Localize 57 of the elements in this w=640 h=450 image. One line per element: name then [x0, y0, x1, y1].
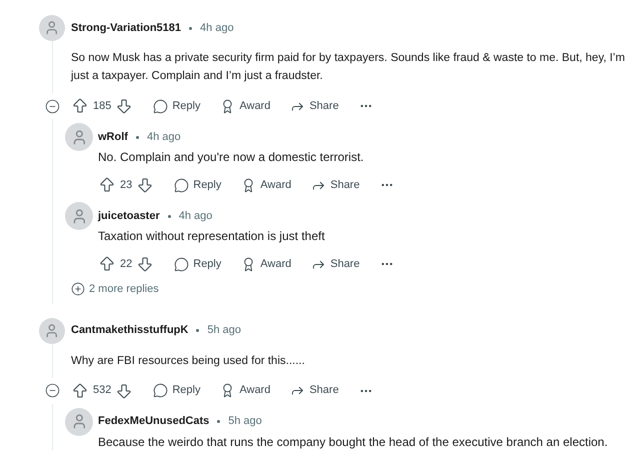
timestamp: 4h ago: [200, 20, 234, 36]
speech-bubble-icon: [153, 383, 168, 398]
avatar: [65, 123, 93, 151]
avatar: [39, 318, 65, 344]
vote-count: 23: [120, 178, 132, 193]
username[interactable]: juicetoaster: [98, 208, 160, 224]
dot-separator-icon: [196, 329, 200, 332]
comment-text: So now Musk has a private security firm paid for by taxpayers. Sounds like fraud & waste to me. But, hey, I’m just a taxpayer. Complain and I’m just a fraudster.: [71, 51, 626, 84]
username[interactable]: wRolf: [98, 128, 128, 146]
vote-count: 185: [93, 98, 112, 114]
dot-separator-icon: [168, 214, 171, 218]
downvote-button[interactable]: [115, 382, 134, 400]
plus-circle-icon: [71, 282, 85, 296]
reply-button[interactable]: Reply: [145, 378, 208, 403]
timestamp: 5h ago: [228, 414, 262, 430]
share-button[interactable]: Share: [303, 252, 368, 276]
collapse-button[interactable]: [44, 383, 60, 398]
timestamp: 5h ago: [207, 323, 241, 338]
vote-count: 532: [93, 383, 112, 398]
downvote-button[interactable]: [136, 176, 154, 194]
upvote-button[interactable]: [71, 97, 89, 115]
username[interactable]: Strong-Variation5181: [71, 20, 182, 36]
collapse-button[interactable]: [44, 98, 60, 114]
comment-text: Because the weirdo that runs the company bought the head of the executive branch an election.: [98, 434, 609, 450]
share-button[interactable]: Share: [282, 378, 347, 403]
reply-button[interactable]: Reply: [145, 94, 208, 118]
share-button[interactable]: Share: [282, 94, 347, 118]
upvote-button[interactable]: [71, 382, 89, 400]
avatar: [65, 202, 93, 230]
share-button[interactable]: Share: [303, 172, 368, 198]
speech-bubble-icon: [174, 178, 190, 192]
comment-text: No. Complain and you're now a domestic terrorist.: [98, 149, 365, 166]
comment-text: Why are FBI resources being used for this......: [71, 354, 306, 368]
dot-separator-icon: [136, 136, 139, 138]
timestamp: 4h ago: [146, 130, 181, 145]
vote-count: 22: [120, 256, 132, 272]
reply-button[interactable]: Reply: [166, 252, 230, 276]
downvote-button[interactable]: [136, 255, 154, 273]
reply-button[interactable]: Reply: [166, 172, 230, 198]
comment-text: Taxation without representation is just theft: [98, 228, 326, 245]
speech-bubble-icon: [153, 98, 168, 114]
upvote-button[interactable]: [98, 176, 116, 194]
speech-bubble-icon: [174, 256, 190, 272]
username[interactable]: FedexMeUnusedCats: [98, 413, 210, 430]
downvote-button[interactable]: [115, 97, 134, 115]
avatar: [65, 408, 93, 436]
dot-separator-icon: [217, 420, 220, 423]
timestamp: 4h ago: [178, 208, 212, 224]
username[interactable]: CantmakethisstuffupK: [71, 322, 188, 339]
award-button[interactable]: Award: [233, 252, 300, 276]
award-button[interactable]: Award: [233, 172, 300, 198]
dot-separator-icon: [189, 26, 192, 30]
upvote-button[interactable]: [98, 255, 116, 273]
award-button[interactable]: Award: [212, 378, 278, 403]
avatar: [39, 15, 65, 41]
more-replies-link[interactable]: 2 more replies: [71, 281, 159, 298]
award-button[interactable]: Award: [212, 94, 278, 118]
